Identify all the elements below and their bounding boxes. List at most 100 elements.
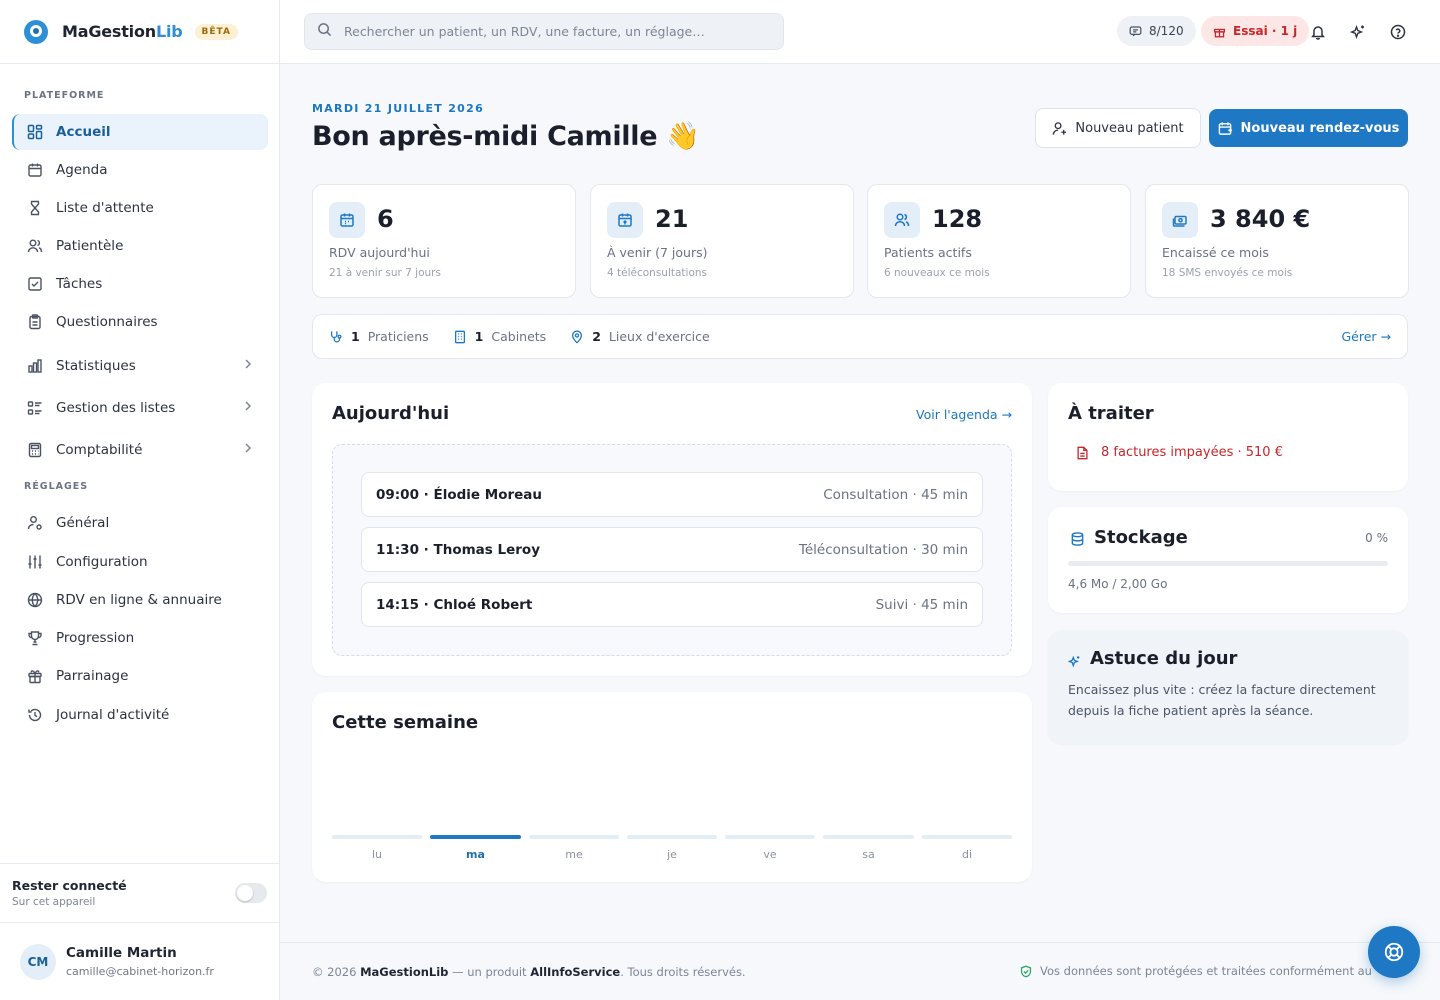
sidebar: MaGestionLib BÊTA PLATEFORME Accueil Age… (0, 0, 280, 1000)
gift-icon (1213, 25, 1226, 38)
appointment-time-patient: 09:00 · Élodie Moreau (376, 487, 543, 503)
support-button[interactable] (1368, 926, 1420, 978)
view-agenda-link[interactable]: Voir l'agenda → (916, 407, 1012, 422)
kpi-subtext: 6 nouveaux ce mois (884, 267, 990, 279)
kpi-subtext: 18 SMS envoyés ce mois (1162, 267, 1293, 279)
sidebar-item-comptabilite[interactable]: Comptabilité (12, 432, 268, 468)
footer-middle: — un produit (452, 964, 527, 979)
sidebar-item-rdv-en-ligne[interactable]: RDV en ligne & annuaire (12, 582, 268, 618)
search-icon (317, 22, 332, 41)
user-plus-icon (1052, 121, 1075, 136)
calculator-icon (26, 441, 44, 459)
tip-card: Astuce du jour Encaissez plus vite : cré… (1048, 630, 1408, 744)
footer-brand: MaGestionLib (360, 964, 449, 979)
sidebar-item-label: RDV en ligne & annuaire (56, 592, 222, 608)
database-icon (1070, 531, 1085, 547)
sidebar-item-general[interactable]: Général (12, 505, 268, 541)
bar-chart-icon (26, 357, 44, 375)
appointment-row[interactable]: 09:00 · Élodie Moreau Consultation · 45 … (361, 472, 983, 517)
sidebar-item-label: Agenda (56, 162, 108, 178)
week-card: Cette semaine lu ma me je ve sa di (312, 692, 1032, 882)
appointment-type: Téléconsultation · 30 min (798, 542, 968, 558)
footer-privacy-text: Vos données sont protégées et traitées c… (1040, 964, 1372, 978)
clipboard-icon (26, 313, 44, 331)
week-day-label: di (961, 848, 973, 861)
search-input[interactable] (344, 24, 764, 39)
avatar: CM (20, 943, 56, 980)
cash-icon (1162, 202, 1198, 238)
appointment-type: Suivi · 45 min (875, 597, 968, 613)
sidebar-item-label: Configuration (56, 554, 148, 570)
calendar-arrow-icon (607, 202, 643, 238)
week-bar-me[interactable] (529, 835, 619, 839)
kpi-card-upcoming[interactable]: 21 À venir (7 jours) 4 téléconsultations (590, 184, 854, 298)
storage-title: Stockage (1094, 527, 1188, 548)
user-profile[interactable]: CM Camille Martin camille@cabinet-horizo… (0, 922, 279, 1000)
new-patient-label: Nouveau patient (1075, 120, 1184, 136)
todo-card: À traiter 8 factures impayées · 510 € (1048, 383, 1408, 491)
sparkles-icon (1068, 655, 1081, 668)
kpi-card-today[interactable]: 6 RDV aujourd'hui 21 à venir sur 7 jours (312, 184, 576, 298)
hourglass-icon (26, 199, 44, 217)
places-count: 2 (592, 329, 601, 344)
today-card: Aujourd'hui Voir l'agenda → 09:00 · Élod… (312, 383, 1032, 676)
calendar-plus-icon (1218, 121, 1241, 136)
unpaid-invoices-link[interactable]: 8 factures impayées · 510 € (1076, 445, 1283, 460)
week-day-label: je (667, 848, 677, 861)
sidebar-item-label: Gestion des listes (56, 400, 176, 416)
week-bar-di[interactable] (922, 835, 1012, 839)
history-icon (26, 706, 44, 724)
trial-label: Essai · 1 j (1233, 24, 1298, 38)
stay-connected: Rester connecté Sur cet appareil (0, 863, 279, 923)
search-bar[interactable] (304, 13, 784, 50)
trial-badge[interactable]: Essai · 1 j (1201, 16, 1310, 46)
kpi-card-patients[interactable]: 128 Patients actifs 6 nouveaux ce mois (867, 184, 1131, 298)
stay-connected-toggle[interactable] (235, 883, 267, 903)
stay-connected-subtitle: Sur cet appareil (12, 896, 96, 908)
week-day-label: ma (466, 848, 485, 861)
sidebar-item-agenda[interactable]: Agenda (12, 152, 268, 188)
sidebar-item-label: Journal d'activité (56, 707, 170, 723)
sidebar-item-patientele[interactable]: Patientèle (12, 228, 268, 264)
appointment-time-patient: 11:30 · Thomas Leroy (376, 542, 540, 558)
sidebar-item-liste-attente[interactable]: Liste d'attente (12, 190, 268, 226)
week-bar-lu[interactable] (332, 835, 422, 839)
new-appointment-button[interactable]: Nouveau rendez-vous (1209, 109, 1408, 147)
week-bar-je[interactable] (627, 835, 717, 839)
users-icon (884, 202, 920, 238)
week-bar-ve[interactable] (725, 835, 815, 839)
sidebar-item-statistiques[interactable]: Statistiques (12, 348, 268, 384)
appointment-row[interactable]: 11:30 · Thomas Leroy Téléconsultation · … (361, 527, 983, 572)
file-invoice-icon (1076, 446, 1101, 460)
sidebar-item-parrainage[interactable]: Parrainage (12, 658, 268, 694)
user-gear-icon (26, 514, 44, 532)
brand-logo-icon (24, 19, 48, 44)
help-icon[interactable] (1388, 22, 1408, 42)
week-title: Cette semaine (332, 712, 479, 733)
sidebar-item-accueil[interactable]: Accueil (12, 114, 268, 150)
user-name: Camille Martin (66, 945, 177, 961)
sidebar-item-journal[interactable]: Journal d'activité (12, 697, 268, 733)
brand[interactable]: MaGestionLib BÊTA (0, 0, 279, 64)
sidebar-item-questionnaires[interactable]: Questionnaires (12, 304, 268, 340)
brand-name: MaGestionLib (62, 22, 183, 41)
places-label: Lieux d'exercice (608, 329, 710, 344)
bell-icon[interactable] (1308, 22, 1328, 42)
week-bar-sa[interactable] (823, 835, 914, 839)
sidebar-item-configuration[interactable]: Configuration (12, 544, 268, 580)
kpi-card-revenue[interactable]: 3 840 € Encaissé ce mois 18 SMS envoyés … (1145, 184, 1409, 298)
sparkles-icon[interactable] (1348, 22, 1368, 42)
manage-link[interactable]: Gérer → (1341, 329, 1391, 344)
chevron-right-icon (244, 442, 252, 458)
appointment-row[interactable]: 14:15 · Chloé Robert Suivi · 45 min (361, 582, 983, 627)
sidebar-item-gestion-listes[interactable]: Gestion des listes (12, 390, 268, 426)
kpi-label: À venir (7 jours) (607, 245, 708, 260)
week-bar-ma[interactable] (430, 835, 521, 839)
new-patient-button[interactable]: Nouveau patient (1035, 108, 1201, 148)
sidebar-item-taches[interactable]: Tâches (12, 266, 268, 302)
calendar-icon (26, 161, 44, 179)
sidebar-item-label: Parrainage (56, 668, 129, 684)
sidebar-item-progression[interactable]: Progression (12, 620, 268, 656)
sms-counter[interactable]: 8/120 (1117, 16, 1196, 46)
sidebar-item-label: Général (56, 515, 110, 531)
